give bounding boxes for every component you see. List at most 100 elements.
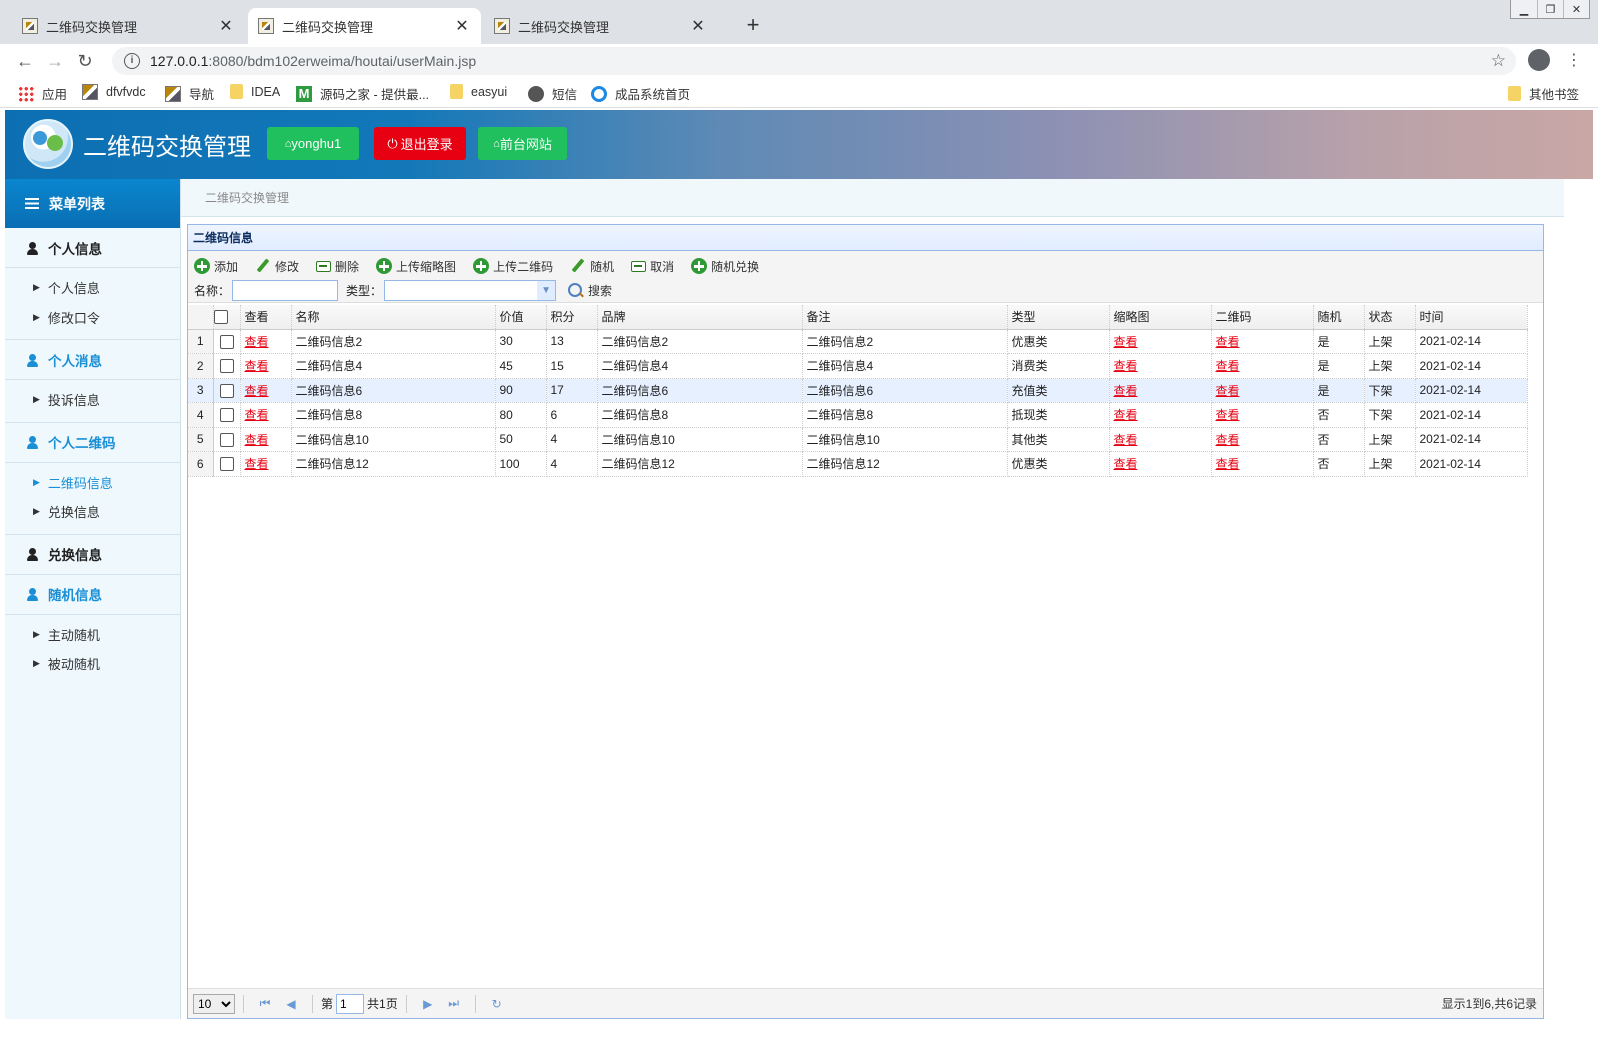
table-row[interactable]: 6 查看 二维码信息12 100 4 二维码信息12 二维码信息12 优惠类 查看 查看否上架 20… [188, 451, 1528, 477]
browser-tab-1[interactable]: 二维码交换管理 ✕ [12, 8, 245, 44]
column-header[interactable]: 状态 [1364, 305, 1416, 330]
column-header[interactable]: 品牌 [597, 305, 803, 330]
row-checkbox[interactable] [219, 359, 234, 374]
column-header[interactable]: 时间 [1415, 305, 1528, 330]
forward-arrow-icon[interactable]: → [40, 51, 70, 72]
prev-page-icon[interactable]: ◀ [281, 997, 301, 1011]
new-tab-icon[interactable]: + [740, 12, 766, 38]
name-search-input[interactable] [232, 279, 339, 301]
bookmark-item[interactable]: 成品系统首页 [591, 84, 690, 103]
last-page-icon[interactable]: ⏭ [444, 996, 464, 1011]
reload-icon[interactable]: ↻ [70, 51, 100, 72]
row-checkbox[interactable] [219, 457, 234, 472]
row-checkbox[interactable] [219, 334, 234, 349]
row-checkbox[interactable] [219, 432, 234, 447]
browser-menu-icon[interactable]: ⋮ [1566, 50, 1582, 70]
upload-qrcode-button[interactable]: 上传二维码 [473, 255, 553, 277]
view-link[interactable]: 查看 [245, 433, 269, 447]
view-link[interactable]: 查看 [245, 384, 269, 398]
bookmark-item[interactable]: IDEA [230, 84, 280, 99]
random-exchange-button[interactable]: 随机兑换 [691, 255, 759, 277]
table-row[interactable]: 3 查看 二维码信息6 90 17 二维码信息6 二维码信息6 充值类 查看 查看是下架 2021-… [188, 378, 1528, 403]
url-field[interactable]: i 127.0.0.1:8080/bdm102erweima/houtai/us… [112, 47, 1516, 75]
view-link[interactable]: 查看 [245, 359, 269, 373]
edit-button[interactable]: 修改 [255, 255, 299, 277]
user-button[interactable]: ⌂ yonghu1 [267, 127, 359, 160]
bookmark-item[interactable]: dfvfvdc [82, 84, 146, 100]
view-link[interactable]: 查看 [1114, 359, 1138, 373]
type-select[interactable]: ▼ [384, 279, 557, 301]
view-link[interactable]: 查看 [1216, 359, 1240, 373]
row-checkbox[interactable] [219, 383, 234, 398]
search-button[interactable]: 搜索 [568, 279, 612, 301]
sidebar-section-exchange-info[interactable]: 兑换信息 [5, 535, 180, 575]
view-link[interactable]: 查看 [245, 457, 269, 471]
bookmark-item[interactable]: 导航 [165, 84, 214, 103]
browser-tab-2[interactable]: 二维码交换管理 ✕ [248, 8, 481, 44]
view-link[interactable]: 查看 [245, 408, 269, 422]
sidebar-item-active-random[interactable]: ▶ 主动随机 [5, 620, 180, 650]
column-header[interactable]: 随机 [1313, 305, 1365, 330]
bookmark-apps[interactable]: 应用 [18, 84, 67, 103]
sidebar-section-personal-qrcode[interactable]: 个人二维码 [5, 423, 180, 463]
restore-icon[interactable]: ❐ [1537, 0, 1563, 18]
close-tab-icon[interactable]: ✕ [217, 16, 235, 36]
add-button[interactable]: 添加 [194, 255, 238, 277]
next-page-icon[interactable]: ▶ [418, 997, 438, 1011]
bookmark-item[interactable]: easyui [450, 84, 507, 99]
site-info-icon[interactable]: i [124, 53, 140, 69]
column-header[interactable]: 积分 [546, 305, 598, 330]
close-tab-icon[interactable]: ✕ [453, 16, 471, 36]
sidebar-item-passive-random[interactable]: ▶ 被动随机 [5, 649, 180, 679]
table-row[interactable]: 1 查看 二维码信息2 30 13 二维码信息2 二维码信息2 优惠类 查看 查看是上架 2021-… [188, 329, 1528, 354]
view-link[interactable]: 查看 [1216, 335, 1240, 349]
cancel-button[interactable]: 取消 [631, 255, 674, 277]
bookmark-star-icon[interactable]: ☆ [1491, 51, 1506, 71]
column-header[interactable]: 名称 [291, 305, 496, 330]
upload-thumbnail-button[interactable]: 上传缩略图 [376, 255, 456, 277]
minimize-icon[interactable]: ▁ [1511, 0, 1537, 18]
first-page-icon[interactable]: ⏮ [255, 996, 275, 1011]
page-size-select[interactable]: 10 [193, 993, 235, 1014]
bookmark-item[interactable]: 短信 [528, 84, 577, 103]
random-button[interactable]: 随机 [570, 255, 614, 277]
sidebar-item-exchange-info[interactable]: ▶ 兑换信息 [5, 497, 180, 527]
view-link[interactable]: 查看 [1114, 433, 1138, 447]
sidebar-section-personal-messages[interactable]: 个人消息 [5, 340, 180, 380]
view-link[interactable]: 查看 [1114, 384, 1138, 398]
account-avatar-icon[interactable] [1528, 49, 1550, 71]
view-link[interactable]: 查看 [245, 335, 269, 349]
sidebar-item-qrcode-info[interactable]: ▶ 二维码信息 [5, 468, 180, 498]
column-header[interactable]: 二维码 [1211, 305, 1314, 330]
view-link[interactable]: 查看 [1114, 457, 1138, 471]
bookmark-item[interactable]: M 源码之家 - 提供最... [296, 84, 429, 103]
sidebar-section-personal-info[interactable]: 个人信息 [5, 228, 180, 268]
select-all-checkbox[interactable] [213, 310, 228, 325]
refresh-icon[interactable]: ↻ [487, 997, 507, 1011]
close-tab-icon[interactable]: ✕ [689, 16, 707, 36]
other-bookmarks[interactable]: 其他书签 [1508, 84, 1579, 103]
row-checkbox[interactable] [219, 408, 234, 423]
column-header[interactable]: 缩略图 [1109, 305, 1212, 330]
delete-button[interactable]: 删除 [316, 255, 359, 277]
column-header[interactable]: 备注 [802, 305, 1008, 330]
sidebar-item-personal-info[interactable]: ▶ 个人信息 [5, 273, 180, 303]
table-row[interactable]: 4 查看 二维码信息8 80 6 二维码信息8 二维码信息8 抵现类 查看 查看否下架 2021-0… [188, 402, 1528, 428]
table-row[interactable]: 5 查看 二维码信息10 50 4 二维码信息10 二维码信息10 其他类 查看 查看否上架 202… [188, 427, 1528, 452]
table-row[interactable]: 2 查看 二维码信息4 45 15 二维码信息4 二维码信息4 消费类 查看 查看是上架 2021-… [188, 353, 1528, 379]
page-number-input[interactable] [336, 993, 365, 1014]
browser-tab-3[interactable]: 二维码交换管理 ✕ [484, 8, 717, 44]
chevron-down-icon[interactable]: ▼ [537, 280, 556, 300]
view-link[interactable]: 查看 [1216, 408, 1240, 422]
close-window-icon[interactable]: ✕ [1563, 0, 1589, 18]
view-link[interactable]: 查看 [1114, 408, 1138, 422]
frontend-site-button[interactable]: ⌂ 前台网站 [478, 127, 567, 160]
view-link[interactable]: 查看 [1114, 335, 1138, 349]
column-header[interactable]: 查看 [240, 305, 292, 330]
sidebar-section-random-info[interactable]: 随机信息 [5, 575, 180, 615]
column-header[interactable]: 类型 [1007, 305, 1110, 330]
sidebar-item-complaints[interactable]: ▶ 投诉信息 [5, 385, 180, 415]
view-link[interactable]: 查看 [1216, 433, 1240, 447]
column-header[interactable]: 价值 [495, 305, 547, 330]
view-link[interactable]: 查看 [1216, 457, 1240, 471]
